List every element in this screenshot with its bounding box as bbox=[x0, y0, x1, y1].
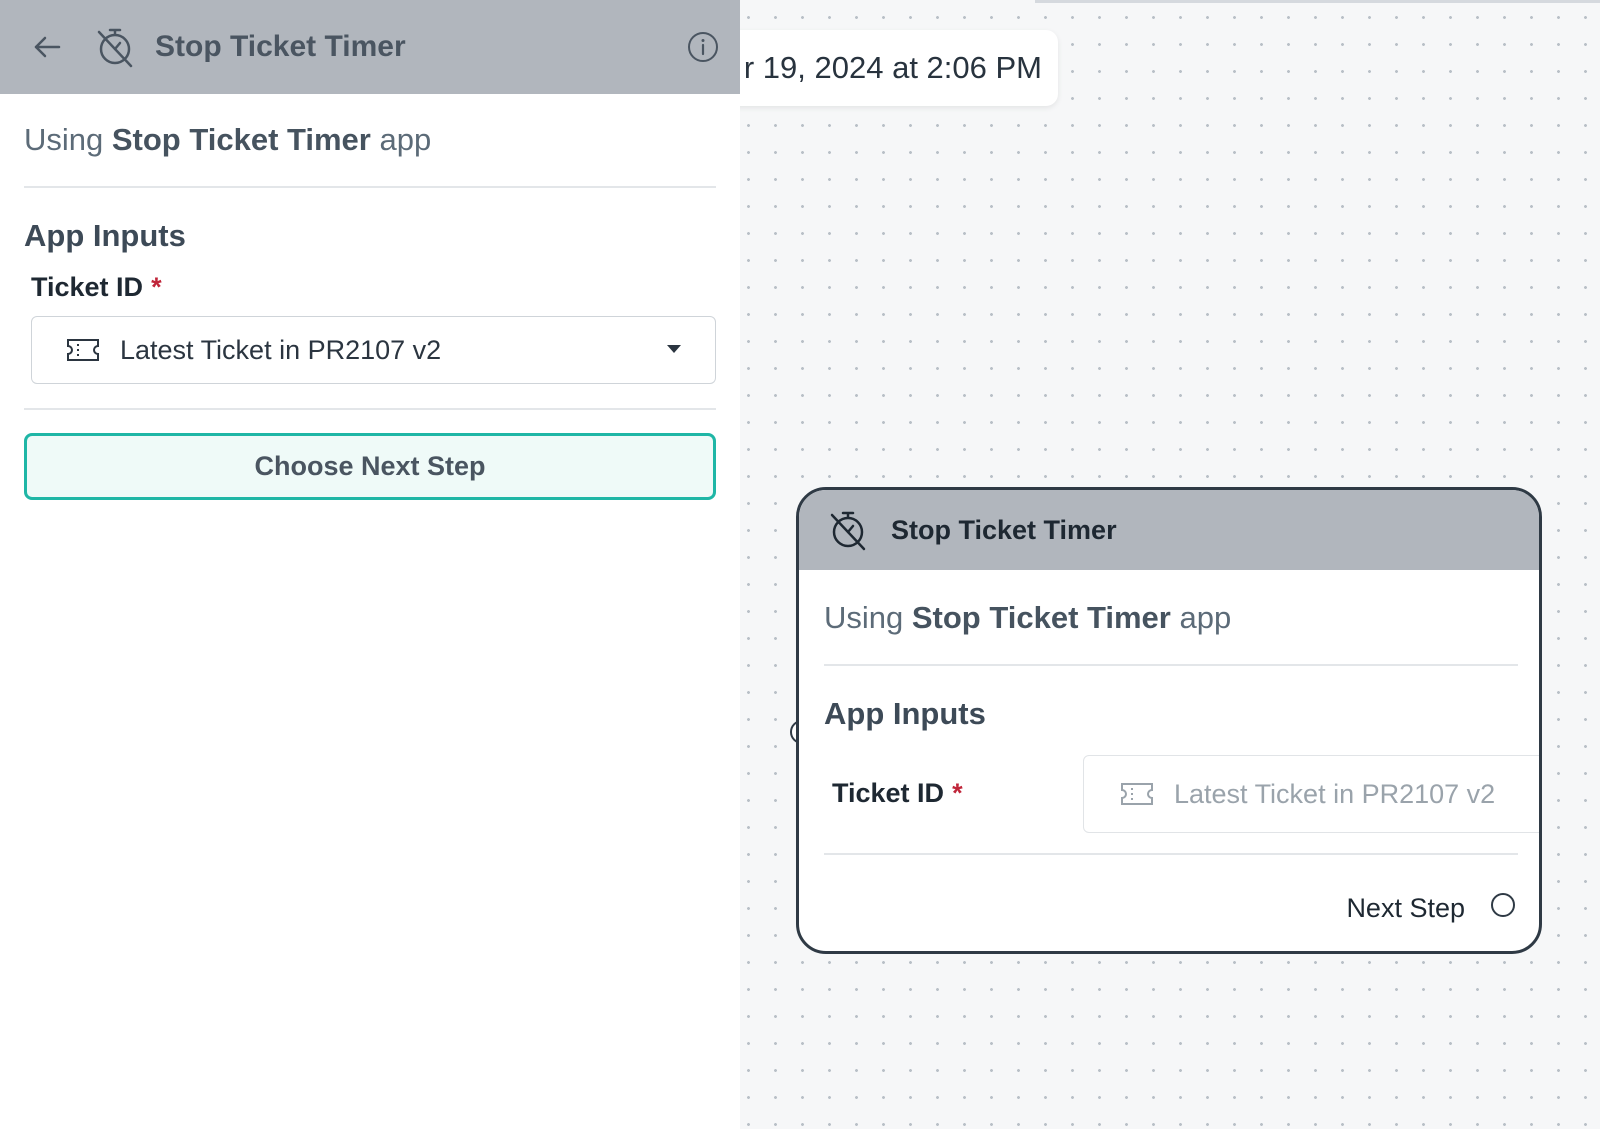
using-app-text: Using Stop Ticket Timer app bbox=[24, 122, 432, 157]
divider bbox=[824, 853, 1518, 855]
canvas-top-border bbox=[1035, 0, 1600, 3]
required-mark: * bbox=[952, 778, 963, 808]
chevron-down-icon[interactable] bbox=[667, 345, 681, 353]
node-ticket-id-value: Latest Ticket in PR2107 v2 bbox=[1083, 755, 1539, 833]
workflow-node-stop-ticket-timer[interactable]: Stop Ticket Timer Using Stop Ticket Time… bbox=[796, 487, 1542, 954]
info-icon[interactable] bbox=[686, 30, 720, 64]
choose-next-step-button[interactable]: Choose Next Step bbox=[24, 433, 716, 500]
node-header: Stop Ticket Timer bbox=[799, 490, 1539, 570]
node-using-app-name: Stop Ticket Timer bbox=[911, 600, 1171, 635]
using-app-name: Stop Ticket Timer bbox=[111, 122, 371, 157]
divider bbox=[24, 408, 716, 410]
node-next-step-label: Next Step bbox=[1346, 893, 1465, 923]
panel-header: Stop Ticket Timer bbox=[0, 0, 740, 94]
date-chip: r 19, 2024 at 2:06 PM bbox=[700, 30, 1058, 106]
date-chip-text: r 19, 2024 at 2:06 PM bbox=[743, 50, 1042, 85]
ticket-id-selected-value: Latest Ticket in PR2107 v2 bbox=[120, 334, 442, 365]
node-section-title: App Inputs bbox=[824, 696, 986, 731]
required-mark: * bbox=[151, 272, 162, 302]
ticket-id-label: Ticket ID * bbox=[31, 272, 162, 302]
section-title: App Inputs bbox=[24, 218, 186, 253]
timer-off-icon bbox=[830, 511, 866, 551]
panel-title: Stop Ticket Timer bbox=[155, 30, 406, 63]
node-using-app-text: Using Stop Ticket Timer app bbox=[824, 600, 1232, 635]
divider bbox=[824, 664, 1518, 666]
step-config-panel: Stop Ticket Timer Using Stop Ticket Time… bbox=[0, 0, 740, 1129]
node-next-step-handle[interactable] bbox=[1491, 893, 1515, 917]
ticket-id-select[interactable]: Latest Ticket in PR2107 v2 bbox=[31, 316, 716, 384]
divider bbox=[24, 186, 716, 188]
back-button[interactable] bbox=[28, 28, 66, 66]
arrow-left-icon bbox=[34, 36, 61, 58]
timer-off-icon bbox=[97, 28, 133, 68]
node-ticket-id-label: Ticket ID * bbox=[832, 778, 963, 808]
node-title: Stop Ticket Timer bbox=[891, 514, 1117, 545]
ticket-icon bbox=[67, 339, 99, 361]
ticket-icon bbox=[1121, 783, 1153, 805]
